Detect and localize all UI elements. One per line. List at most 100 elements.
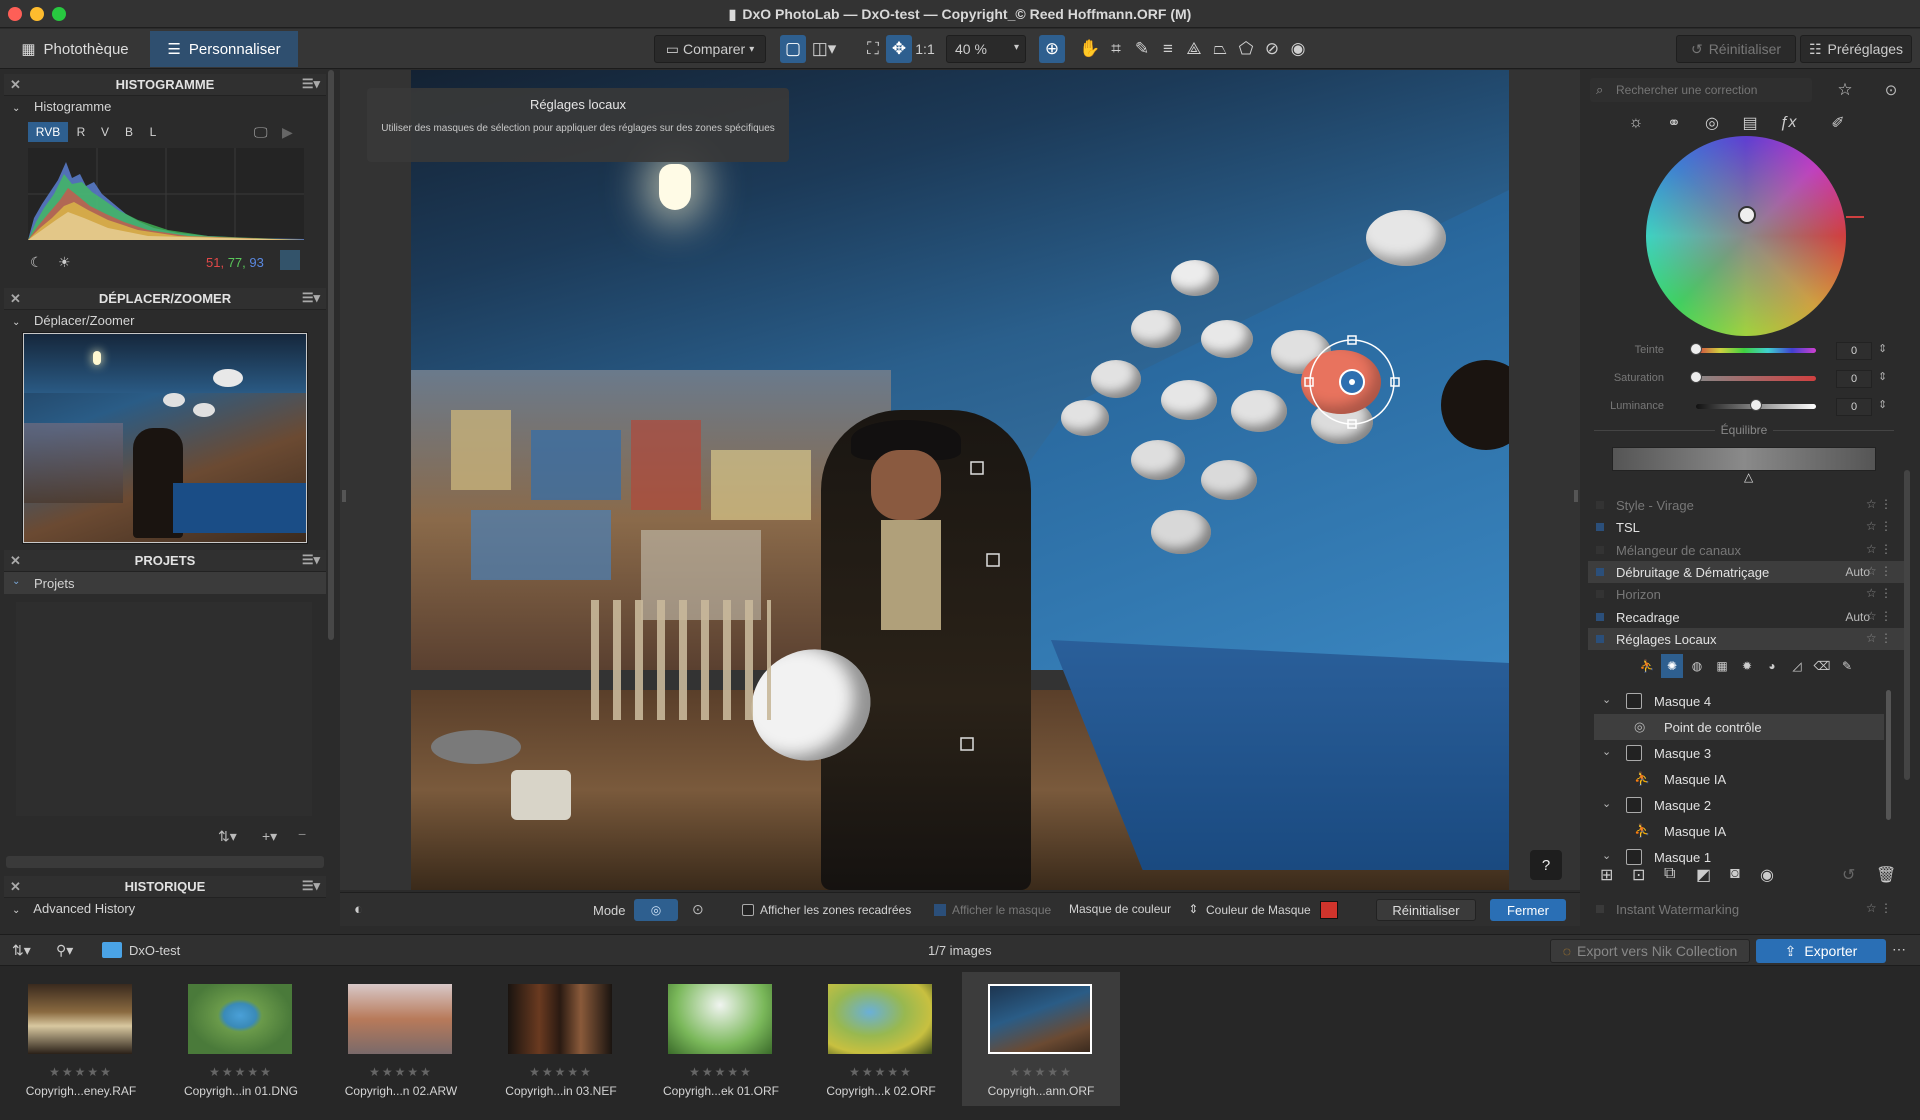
eyedropper-icon[interactable]: ✎ bbox=[1129, 35, 1155, 63]
add-sub-mask-icon[interactable]: ⊡ bbox=[1632, 865, 1645, 885]
split-view-icon[interactable]: ◫▾ bbox=[806, 35, 842, 63]
thumbnail-image[interactable] bbox=[508, 984, 612, 1054]
slider-track[interactable] bbox=[1696, 348, 1816, 353]
right-collapse-handle[interactable] bbox=[1574, 490, 1578, 502]
mask-type-select[interactable]: Masque de couleur ⇕ bbox=[1069, 902, 1198, 916]
feather-mask-icon[interactable]: ◙ bbox=[1730, 865, 1740, 883]
balance-slider[interactable] bbox=[1612, 447, 1876, 471]
sort-icon[interactable]: ⇅▾ bbox=[218, 828, 237, 845]
projects-subheader[interactable]: ⌄ Projets bbox=[4, 572, 326, 594]
monitor-icon[interactable]: 🖵 bbox=[254, 124, 268, 141]
detail-tab-icon[interactable]: ◎ bbox=[1698, 110, 1726, 136]
sort-icon[interactable]: ⇅▾ bbox=[12, 942, 31, 959]
repair-icon[interactable]: ⊘ bbox=[1259, 35, 1285, 63]
right-panel-scrollbar[interactable] bbox=[1904, 470, 1910, 780]
correction-row[interactable]: Réglages Locaux ☆ ⋮ bbox=[1588, 627, 1904, 650]
move-zoom-header[interactable]: ✕ DÉPLACER/ZOOMER ☰▾ bbox=[4, 288, 326, 310]
tab-library[interactable]: ▦ Photothèque bbox=[4, 31, 146, 67]
eraser-icon[interactable]: ⌫ bbox=[1811, 654, 1833, 678]
filmstrip-thumbnail[interactable]: ★★★★★ Copyrigh...in 03.NEF bbox=[482, 972, 640, 1106]
add-project-icon[interactable]: +▾ bbox=[262, 828, 277, 845]
star-icon[interactable]: ☆ ⋮ bbox=[1866, 901, 1892, 915]
gradient-icon[interactable]: ◿ bbox=[1786, 654, 1808, 678]
show-cropped-checkbox[interactable] bbox=[742, 904, 754, 916]
stepper-icon[interactable]: ⇕ bbox=[1878, 370, 1887, 383]
slider-thumb[interactable] bbox=[1690, 343, 1702, 355]
main-photo[interactable] bbox=[411, 70, 1509, 890]
undo-mask-icon[interactable]: ↺ bbox=[1842, 865, 1855, 885]
filter-icon[interactable]: ⚲▾ bbox=[56, 942, 73, 959]
channel-rgb[interactable]: RVB bbox=[28, 122, 68, 142]
chevron-down-icon[interactable]: ⌄ bbox=[1602, 745, 1611, 758]
correction-row[interactable]: Style - Virage ☆ ⋮ bbox=[1588, 494, 1904, 516]
sub-mask-row[interactable]: ◎ Point de contrôle bbox=[1594, 714, 1884, 740]
mode-ai-icon[interactable]: ⊙ bbox=[692, 901, 704, 918]
delete-mask-icon[interactable]: 🗑 bbox=[1876, 865, 1896, 885]
correction-toggle[interactable] bbox=[1596, 905, 1604, 913]
close-icon[interactable]: ✕ bbox=[10, 879, 21, 895]
star-icon[interactable]: ☆ ⋮ bbox=[1866, 586, 1892, 600]
hand-icon[interactable]: ✋ bbox=[1077, 35, 1103, 63]
control-line-icon[interactable]: ◍ bbox=[1686, 654, 1708, 678]
correction-toggle[interactable] bbox=[1596, 545, 1604, 554]
more-icon[interactable]: ⋯ bbox=[1892, 941, 1906, 958]
chevron-down-icon[interactable]: ⌄ bbox=[1602, 849, 1611, 862]
local-tab-icon[interactable]: ✐ bbox=[1824, 110, 1852, 136]
correction-toggle[interactable] bbox=[1596, 590, 1604, 599]
mask-row[interactable]: ⌄ Masque 4 bbox=[1594, 688, 1884, 714]
channel-r[interactable]: R bbox=[70, 122, 92, 142]
stepper-icon[interactable]: ⇕ bbox=[1878, 398, 1887, 411]
color-wheel[interactable] bbox=[1646, 136, 1846, 336]
slider-track[interactable] bbox=[1696, 376, 1816, 381]
single-view-icon[interactable]: ▢ bbox=[780, 35, 806, 63]
panel-menu-icon[interactable]: ☰▾ bbox=[302, 878, 320, 894]
channel-b[interactable]: B bbox=[118, 122, 140, 142]
histogram-subheader[interactable]: ⌄ Histogramme bbox=[12, 99, 111, 114]
presets-button[interactable]: ☷ Préréglages bbox=[1800, 35, 1912, 63]
panel-menu-icon[interactable]: ☰▾ bbox=[302, 290, 320, 306]
duplicate-mask-icon[interactable]: ⧉ bbox=[1664, 865, 1675, 883]
thumbnail-image[interactable] bbox=[988, 984, 1092, 1054]
correction-toggle[interactable] bbox=[1596, 501, 1604, 509]
control-point-icon[interactable]: ✺ bbox=[1661, 654, 1683, 678]
rating-stars[interactable]: ★★★★★ bbox=[162, 1065, 320, 1079]
folder-name[interactable]: DxO-test bbox=[129, 943, 180, 958]
highlight-clip-icon[interactable]: ☀ bbox=[58, 254, 71, 271]
close-icon[interactable]: ✕ bbox=[10, 291, 21, 307]
mask-color-swatch[interactable] bbox=[1320, 901, 1338, 919]
zoom-select[interactable]: 40 % ▾ bbox=[946, 35, 1026, 63]
slider-value[interactable]: 0 bbox=[1836, 398, 1872, 416]
correction-row[interactable]: Horizon ☆ ⋮ bbox=[1588, 583, 1904, 605]
search-correction-input[interactable]: ⌕ bbox=[1590, 78, 1812, 102]
slider-thumb[interactable] bbox=[1750, 399, 1762, 411]
brush-icon[interactable]: ✎ bbox=[1836, 654, 1858, 678]
fit-screen-icon[interactable]: ⛶ bbox=[860, 35, 886, 63]
correction-toggle[interactable] bbox=[1596, 523, 1604, 532]
thumbnail-image[interactable] bbox=[828, 984, 932, 1054]
graduated-filter-icon[interactable]: ▦ bbox=[1711, 654, 1733, 678]
move-icon[interactable]: ✥ bbox=[886, 35, 912, 63]
rating-stars[interactable]: ★★★★★ bbox=[962, 1065, 1120, 1079]
projects-header[interactable]: ✕ PROJETS ☰▾ bbox=[4, 550, 326, 572]
mask-checkbox[interactable] bbox=[1626, 797, 1642, 813]
correction-toggle[interactable] bbox=[1596, 612, 1604, 621]
filmstrip-thumbnail[interactable]: ★★★★★ Copyrigh...n 02.ARW bbox=[322, 972, 480, 1106]
horizon-icon[interactable]: ≡ bbox=[1155, 35, 1181, 63]
ai-mask-icon[interactable]: ⛹ bbox=[1636, 654, 1658, 678]
histogram-header[interactable]: ✕ HISTOGRAMME ☰▾ bbox=[4, 74, 326, 96]
rating-stars[interactable]: ★★★★★ bbox=[482, 1065, 640, 1079]
add-mask-icon[interactable]: ⊞ bbox=[1600, 865, 1613, 885]
filmstrip-thumbnail[interactable]: ★★★★★ Copyrigh...eney.RAF bbox=[2, 972, 160, 1106]
chevron-down-icon[interactable]: ⌄ bbox=[1602, 693, 1611, 706]
left-panel-scrollbar[interactable] bbox=[328, 70, 334, 640]
sub-mask-row[interactable]: ⛹ Masque IA bbox=[1594, 766, 1884, 792]
rating-stars[interactable]: ★★★★★ bbox=[802, 1065, 960, 1079]
remove-project-icon[interactable]: − bbox=[298, 826, 306, 842]
panel-menu-icon[interactable]: ☰▾ bbox=[302, 76, 320, 92]
correction-toggle[interactable] bbox=[1596, 567, 1604, 576]
mask-checkbox[interactable] bbox=[1626, 745, 1642, 761]
star-icon[interactable]: ☆ ⋮ bbox=[1866, 519, 1892, 533]
crop-icon[interactable]: ⌗ bbox=[1103, 35, 1129, 63]
visibility-mask-icon[interactable]: ◉ bbox=[1760, 865, 1774, 885]
export-button[interactable]: ⇪ Exporter bbox=[1756, 939, 1886, 963]
